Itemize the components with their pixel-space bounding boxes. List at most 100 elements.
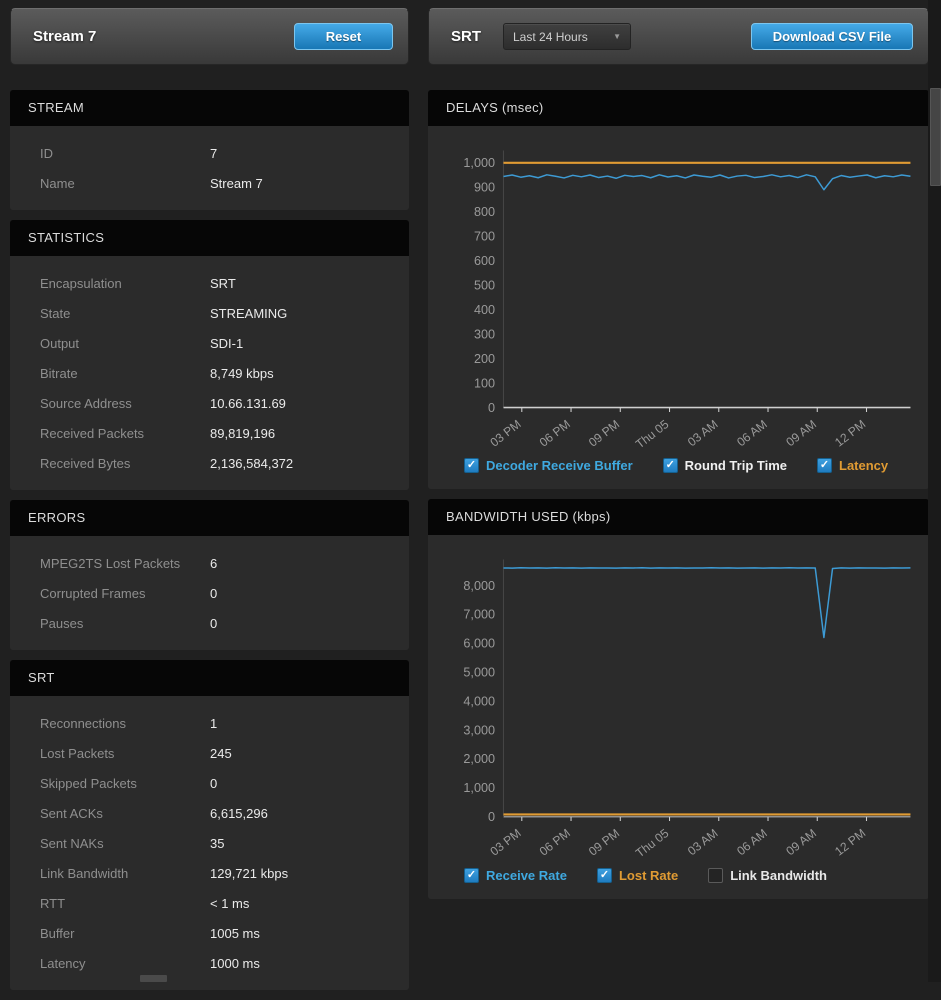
link-bandwidth-checkbox[interactable]: ✓ xyxy=(708,868,723,883)
svg-text:09 AM: 09 AM xyxy=(783,826,819,858)
svg-text:06 AM: 06 AM xyxy=(734,826,770,858)
latency-label: Latency xyxy=(839,458,888,473)
svg-text:8,000: 8,000 xyxy=(463,579,495,593)
svg-text:100: 100 xyxy=(474,377,495,391)
svg-text:09 AM: 09 AM xyxy=(783,417,819,449)
time-range-dropdown[interactable]: Last 24 Hours ▼ xyxy=(503,23,631,50)
stat-row-corrupted-frames: Corrupted Frames0 xyxy=(10,578,409,608)
download-csv-button[interactable]: Download CSV File xyxy=(751,23,913,50)
receive-rate-checkbox[interactable]: ✓ xyxy=(464,868,479,883)
delays-section: DELAYS (msec) 01002003004005006007008009… xyxy=(428,90,929,489)
section-body: MPEG2TS Lost Packets6Corrupted Frames0Pa… xyxy=(10,536,409,650)
link-bandwidth-label: Link Bandwidth xyxy=(730,868,827,883)
stat-row-sent-naks: Sent NAKs35 xyxy=(10,828,409,858)
stat-row-mpeg2ts-lost-packets: MPEG2TS Lost Packets6 xyxy=(10,548,409,578)
stat-label: Corrupted Frames xyxy=(10,586,210,601)
stat-label: Link Bandwidth xyxy=(10,866,210,881)
stat-label: MPEG2TS Lost Packets xyxy=(10,556,210,571)
svg-text:400: 400 xyxy=(474,303,495,317)
stat-row-bitrate: Bitrate8,749 kbps xyxy=(10,358,409,388)
svg-text:03 AM: 03 AM xyxy=(685,826,721,858)
stat-label: Output xyxy=(10,336,210,351)
svg-text:12 PM: 12 PM xyxy=(832,417,868,450)
section-title: SRT xyxy=(10,660,409,696)
legend-item-lost-rate: ✓ Lost Rate xyxy=(597,868,678,883)
delays-chart: 01002003004005006007008009001,00003 PM06… xyxy=(436,140,921,456)
round-trip-time-label: Round Trip Time xyxy=(685,458,787,473)
stat-row-latency: Latency1000 ms xyxy=(10,948,409,978)
stat-label: Name xyxy=(10,176,210,191)
stat-value: < 1 ms xyxy=(210,896,249,911)
svg-text:09 PM: 09 PM xyxy=(586,417,622,450)
stat-row-skipped-packets: Skipped Packets0 xyxy=(10,768,409,798)
vertical-scrollbar[interactable] xyxy=(928,0,941,982)
stat-label: Buffer xyxy=(10,926,210,941)
stream-sections: STREAM ID7 NameStream 7 STATISTICS Encapsula… xyxy=(10,90,409,990)
stat-label: Source Address xyxy=(10,396,210,411)
bandwidth-chart: 01,0002,0003,0004,0005,0006,0007,0008,00… xyxy=(436,549,921,865)
section-srt: SRTReconnections1Lost Packets245Skipped … xyxy=(10,660,409,990)
bandwidth-chart-body: 01,0002,0003,0004,0005,0006,0007,0008,00… xyxy=(428,535,929,898)
svg-text:500: 500 xyxy=(474,279,495,293)
lost-rate-checkbox[interactable]: ✓ xyxy=(597,868,612,883)
svg-text:Thu 05: Thu 05 xyxy=(633,417,672,451)
stat-value: 89,819,196 xyxy=(210,426,275,441)
svg-text:09 PM: 09 PM xyxy=(586,826,622,859)
stat-row-encapsulation: EncapsulationSRT xyxy=(10,268,409,298)
delays-section-title: DELAYS (msec) xyxy=(428,90,929,126)
stat-row-state: StateSTREAMING xyxy=(10,298,409,328)
stat-value: 0 xyxy=(210,776,217,791)
delays-legend: ✓ Decoder Receive Buffer ✓ Round Trip Time ✓… xyxy=(436,456,921,485)
stat-label: Lost Packets xyxy=(10,746,210,761)
stat-value: 1 xyxy=(210,716,217,731)
stat-value: SRT xyxy=(210,276,236,291)
svg-text:0: 0 xyxy=(488,810,495,824)
stat-value: 6,615,296 xyxy=(210,806,268,821)
stat-label: Sent ACKs xyxy=(10,806,210,821)
reset-button[interactable]: Reset xyxy=(294,23,393,50)
stat-row-received-bytes: Received Bytes2,136,584,372 xyxy=(10,448,409,478)
stat-label: Latency xyxy=(10,956,210,971)
section-title: STATISTICS xyxy=(10,220,409,256)
section-stream: STREAM ID7 NameStream 7 xyxy=(10,90,409,210)
svg-text:06 PM: 06 PM xyxy=(537,417,573,450)
stat-value: SDI-1 xyxy=(210,336,243,351)
stat-value: 245 xyxy=(210,746,232,761)
stat-row-id: ID7 xyxy=(10,138,409,168)
horizontal-scrollbar-thumb[interactable] xyxy=(140,975,167,982)
latency-checkbox[interactable]: ✓ xyxy=(817,458,832,473)
stat-row-link-bandwidth: Link Bandwidth129,721 kbps xyxy=(10,858,409,888)
receive-rate-label: Receive Rate xyxy=(486,868,567,883)
stat-label: ID xyxy=(10,146,210,161)
stat-value: 6 xyxy=(210,556,217,571)
stat-value: 1005 ms xyxy=(210,926,260,941)
section-title: STREAM xyxy=(10,90,409,126)
svg-text:0: 0 xyxy=(488,401,495,415)
svg-text:5,000: 5,000 xyxy=(463,666,495,680)
svg-text:03 PM: 03 PM xyxy=(487,417,523,450)
svg-text:200: 200 xyxy=(474,352,495,366)
srt-charts-panel: SRT Last 24 Hours ▼ Download CSV File DE… xyxy=(428,8,929,909)
stat-value: 1000 ms xyxy=(210,956,260,971)
svg-text:700: 700 xyxy=(474,230,495,244)
stat-label: Pauses xyxy=(10,616,210,631)
decoder-receive-buffer-checkbox[interactable]: ✓ xyxy=(464,458,479,473)
srt-title: SRT xyxy=(451,28,481,45)
svg-text:2,000: 2,000 xyxy=(463,753,495,767)
decoder-receive-buffer-label: Decoder Receive Buffer xyxy=(486,458,633,473)
stat-value: 8,749 kbps xyxy=(210,366,274,381)
stat-label: Received Bytes xyxy=(10,456,210,471)
stat-label: State xyxy=(10,306,210,321)
svg-text:03 AM: 03 AM xyxy=(685,417,721,449)
stat-value: 35 xyxy=(210,836,224,851)
section-title: ERRORS xyxy=(10,500,409,536)
lost-rate-label: Lost Rate xyxy=(619,868,678,883)
round-trip-time-checkbox[interactable]: ✓ xyxy=(663,458,678,473)
vertical-scrollbar-thumb[interactable] xyxy=(930,88,941,186)
bandwidth-section-title: BANDWIDTH USED (kbps) xyxy=(428,499,929,535)
svg-text:600: 600 xyxy=(474,254,495,268)
svg-text:800: 800 xyxy=(474,205,495,219)
srt-header-bar: SRT Last 24 Hours ▼ Download CSV File xyxy=(428,8,929,65)
section-statistics: STATISTICS EncapsulationSRTStateSTREAMING… xyxy=(10,220,409,490)
stat-value: Stream 7 xyxy=(210,176,263,191)
